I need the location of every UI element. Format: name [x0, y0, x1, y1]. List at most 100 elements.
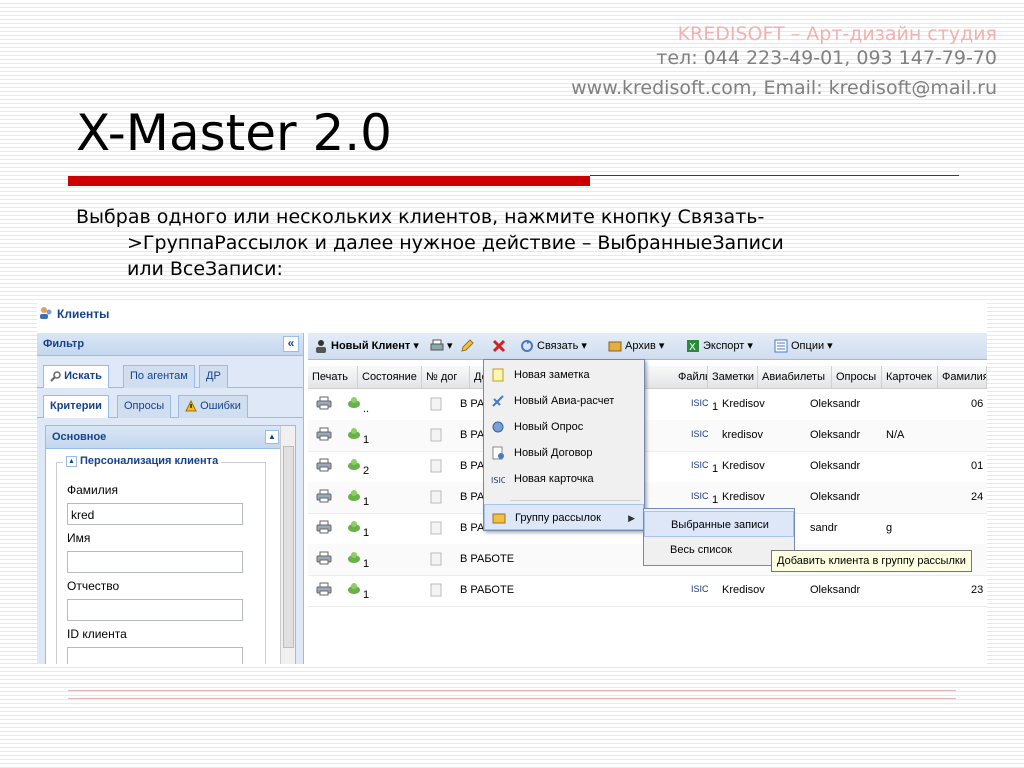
- slide-title: X-Master 2.0: [76, 104, 392, 162]
- printer-icon[interactable]: [316, 458, 332, 472]
- menu-item-new-contract-label: Новый Договор: [514, 447, 593, 459]
- contract-icon[interactable]: [430, 583, 442, 597]
- grid-column-headers: Печать Состояние № дог Договора Файлы За…: [308, 366, 987, 389]
- tab-errors[interactable]: Ошибки: [178, 395, 248, 418]
- column-header-cards[interactable]: Карточек: [882, 366, 938, 388]
- contract-icon[interactable]: [430, 428, 442, 442]
- menu-item-new-survey-label: Новый Опрос: [514, 421, 584, 433]
- tail-cell: 06: [971, 398, 984, 410]
- folder-icon: [492, 513, 506, 524]
- tab-search-label: Искать: [64, 370, 102, 382]
- tail-cell: 23: [971, 584, 984, 596]
- contract-icon: [492, 446, 504, 460]
- state-leaf-icon[interactable]: [346, 458, 362, 472]
- state-leaf-icon[interactable]: [346, 551, 362, 565]
- column-header-state[interactable]: Состояние: [358, 366, 422, 388]
- surname-cell: Kredisov: [722, 398, 765, 410]
- status-text: В РАБОТЕ: [460, 584, 515, 596]
- column-header-notes[interactable]: Заметки: [708, 366, 758, 388]
- surname-cell: Kredisov: [722, 584, 765, 596]
- table-row[interactable]: 1В РАБОТЕISICkredisovOleksandrN/A: [308, 420, 987, 452]
- collapse-section-icon[interactable]: ▲: [265, 430, 279, 444]
- column-header-surname[interactable]: Фамилия: [938, 366, 987, 388]
- form-scrollbar[interactable]: [280, 426, 295, 664]
- delete-icon: [492, 340, 506, 353]
- column-header-files[interactable]: Файлы: [674, 366, 708, 388]
- state-leaf-icon[interactable]: [346, 489, 362, 503]
- print-menu-button[interactable]: ▾: [430, 338, 453, 354]
- state-leaf-icon[interactable]: [346, 396, 362, 410]
- isic-card-icon: ISIC: [691, 398, 709, 408]
- grid-toolbar: Новый Клиент ▾ ▾ Связать ▾ Архив ▾ X Эксп…: [308, 333, 987, 360]
- first-name-cell: Oleksandr: [810, 491, 861, 503]
- group-legend[interactable]: ▲ Персонализация клиента: [63, 455, 222, 467]
- extra-cell: N/A: [886, 429, 905, 441]
- contract-icon[interactable]: [430, 521, 442, 535]
- pencil-icon: [461, 339, 474, 352]
- state-leaf-icon[interactable]: [346, 582, 362, 596]
- group-title: Персонализация клиента: [80, 455, 219, 467]
- first-name-cell: Oleksandr: [810, 584, 861, 596]
- new-client-button[interactable]: Новый Клиент ▾: [314, 338, 419, 354]
- survey-icon: [492, 421, 504, 433]
- window-title: Клиенты: [57, 307, 110, 321]
- printer-icon[interactable]: [316, 489, 332, 503]
- printer-icon: [430, 339, 444, 351]
- menu-item-new-note[interactable]: Новая заметка: [484, 362, 644, 388]
- table-row[interactable]: 1 В РАБОТЕ ISIC Kredisov Oleksandr 23: [308, 575, 987, 607]
- contract-icon[interactable]: [430, 459, 442, 473]
- menu-item-new-card[interactable]: ISIC Новая карточка: [484, 466, 644, 492]
- menu-item-new-contract[interactable]: Новый Договор: [484, 440, 644, 466]
- printer-icon[interactable]: [316, 427, 332, 441]
- printer-icon[interactable]: [316, 551, 332, 565]
- collapse-panel-button[interactable]: «: [283, 336, 299, 352]
- status-text: В РАБОТЕ: [460, 553, 515, 565]
- menu-item-new-air-calc[interactable]: Новый Авиа-расчет: [484, 388, 644, 414]
- contract-icon[interactable]: [430, 552, 442, 566]
- collapse-group-icon[interactable]: ▲: [66, 455, 77, 467]
- first-name-field[interactable]: [67, 551, 243, 573]
- contract-icon[interactable]: [430, 490, 442, 504]
- menu-item-mailing-group[interactable]: Группу рассылок ▶: [484, 504, 644, 530]
- patronymic-field[interactable]: [67, 599, 243, 621]
- options-menu-button[interactable]: Опции ▾: [774, 338, 833, 354]
- client-id-field[interactable]: [67, 647, 243, 664]
- column-header-air-tickets[interactable]: Авиабилеты: [758, 366, 832, 388]
- company-name: KREDISOFT – Арт-дизайн студия: [677, 23, 997, 45]
- delete-button[interactable]: [492, 338, 509, 354]
- contract-icon[interactable]: [430, 397, 442, 411]
- column-header-contract-number[interactable]: № дог: [422, 366, 470, 388]
- link-icon: [521, 340, 533, 353]
- archive-label: Архив: [625, 340, 656, 352]
- printer-icon[interactable]: [316, 396, 332, 410]
- printer-icon[interactable]: [316, 582, 332, 596]
- menu-item-selected-records[interactable]: Выбранные записи: [644, 511, 794, 537]
- tail-cell: 24: [971, 491, 984, 503]
- printer-icon[interactable]: [316, 520, 332, 534]
- state-leaf-icon[interactable]: [346, 520, 362, 534]
- column-header-print[interactable]: Печать: [308, 366, 358, 388]
- state-leaf-icon[interactable]: [346, 427, 362, 441]
- state-count: 1: [363, 527, 370, 539]
- table-row[interactable]: ..В РАБОТЕISIC1KredisovOleksandr06: [308, 389, 987, 421]
- tab-birthday[interactable]: ДР: [199, 365, 228, 388]
- card-count: 1: [712, 401, 719, 413]
- table-row[interactable]: 2В РАБОТЕISIC1KredisovOleksandr01: [308, 451, 987, 483]
- surname-field[interactable]: kred: [67, 503, 243, 525]
- archive-menu-button[interactable]: Архив ▾: [608, 338, 664, 354]
- mailing-tooltip: Добавить клиента в группу рассылки: [771, 550, 972, 572]
- scrollbar-thumb[interactable]: [283, 446, 294, 648]
- warning-icon: [185, 399, 197, 412]
- options-label: Опции: [791, 340, 825, 352]
- tab-search[interactable]: Искать: [43, 365, 109, 388]
- menu-item-new-survey[interactable]: Новый Опрос: [484, 414, 644, 440]
- edit-button[interactable]: [460, 338, 477, 354]
- tab-surveys[interactable]: Опросы: [117, 395, 172, 418]
- tab-criteria[interactable]: Критерии: [43, 395, 109, 418]
- first-name-cell: Oleksandr: [810, 429, 861, 441]
- tab-by-agents[interactable]: По агентам: [123, 365, 195, 388]
- export-menu-button[interactable]: X Экспорт ▾: [686, 338, 753, 354]
- criteria-form: Основное ▲ ▲ Персонализация клиента Фамил…: [45, 425, 296, 664]
- link-menu-button[interactable]: Связать ▾: [520, 338, 587, 354]
- column-header-surveys[interactable]: Опросы: [832, 366, 882, 388]
